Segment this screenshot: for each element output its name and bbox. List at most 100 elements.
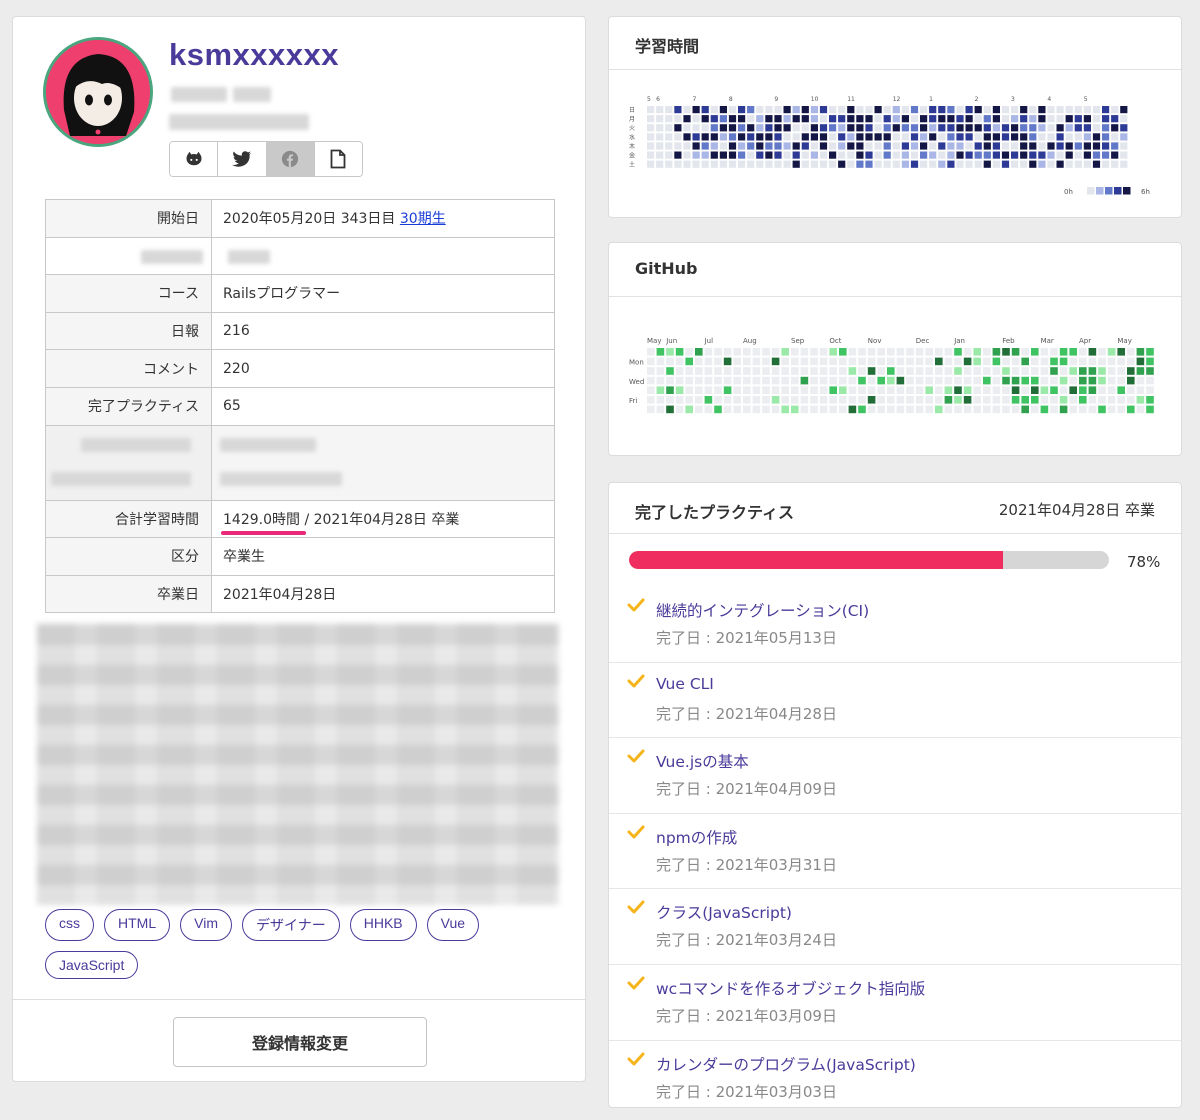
contribution-cell <box>992 396 1001 404</box>
contribution-cell <box>647 396 655 404</box>
contribution-cell <box>1079 386 1087 394</box>
generation-link[interactable]: 30期生 <box>400 211 446 227</box>
check-icon <box>627 674 645 688</box>
heatmap-cell <box>920 115 928 123</box>
heatmap-cell <box>738 160 746 168</box>
practice-title-link[interactable]: 継続的インテグレーション(CI) <box>656 599 869 621</box>
heatmap-cell <box>710 106 718 114</box>
tag-pill[interactable]: デザイナー <box>241 909 340 941</box>
contribution-cell <box>877 386 885 394</box>
contribution-cell <box>1050 405 1058 414</box>
tag-pill[interactable]: Vim <box>180 909 232 941</box>
contribution-cell <box>675 348 684 356</box>
practice-title-link[interactable]: npmの作成 <box>656 826 737 848</box>
month-label: 12 <box>893 96 901 103</box>
contribution-cell <box>1059 386 1068 394</box>
github-link[interactable] <box>170 142 219 176</box>
practice-title-link[interactable]: Vue.jsの基本 <box>656 750 749 772</box>
heatmap-cell <box>847 106 855 114</box>
heatmap-cell <box>992 151 1000 159</box>
practice-title-link[interactable]: Vue CLI <box>656 675 714 693</box>
heatmap-cell <box>747 124 755 132</box>
contribution-cell <box>666 386 674 394</box>
contribution-cell <box>762 405 770 414</box>
user-avatar[interactable] <box>43 37 153 147</box>
heatmap-cell <box>1029 151 1037 159</box>
heatmap-cell <box>1029 106 1037 114</box>
heatmap-cell <box>947 106 955 114</box>
tag-pill[interactable]: HTML <box>104 909 171 941</box>
heatmap-cell <box>738 151 746 159</box>
edit-profile-button[interactable]: 登録情報変更 <box>173 1017 427 1067</box>
heatmap-cell <box>756 142 764 150</box>
practice-title-link[interactable]: カレンダーのプログラム(JavaScript) <box>656 1053 916 1075</box>
heatmap-cell <box>647 142 655 150</box>
document-link[interactable] <box>314 142 362 176</box>
info-value: 216 <box>211 311 555 351</box>
heatmap-cell <box>965 106 973 114</box>
month-label: 8 <box>729 96 733 103</box>
contribution-cell <box>1002 357 1010 366</box>
heatmap-cell <box>1056 142 1064 150</box>
heatmap-cell <box>910 124 919 132</box>
contribution-cell <box>1021 386 1029 394</box>
heatmap-cell <box>1038 151 1046 159</box>
month-label: May <box>647 337 661 345</box>
practice-title-link[interactable]: wcコマンドを作るオブジェクト指向版 <box>656 977 925 999</box>
heatmap-cell <box>938 115 946 123</box>
heatmap-cell <box>1038 124 1046 132</box>
heatmap-cell <box>710 124 718 132</box>
start-date: 2020年05月20日 343日目 <box>223 211 400 228</box>
heatmap-cell <box>901 106 909 114</box>
contribution-cell <box>1002 405 1010 414</box>
contribution-cell <box>983 396 991 404</box>
tag-pill[interactable]: JavaScript <box>45 951 139 979</box>
contribution-cell <box>733 386 741 394</box>
heatmap-cell <box>883 115 891 123</box>
heatmap-cell <box>665 124 673 132</box>
month-label: May <box>1117 337 1131 345</box>
heatmap-cell <box>856 106 864 114</box>
heatmap-cell <box>956 106 964 114</box>
contribution-cell <box>1002 367 1010 375</box>
heatmap-cell <box>765 106 773 114</box>
heatmap-cell <box>728 106 737 114</box>
heatmap-cell <box>1056 106 1064 114</box>
contribution-cell <box>992 348 1001 356</box>
heatmap-cell <box>874 115 882 123</box>
heatmap-cell <box>719 115 727 123</box>
info-row-blurred-2 <box>45 424 555 501</box>
heatmap-cell <box>1120 124 1128 132</box>
contribution-cell <box>752 405 761 414</box>
contribution-cell <box>1088 396 1097 404</box>
contribution-cell <box>915 396 924 404</box>
contribution-cell <box>1127 367 1135 375</box>
heatmap-cell <box>838 133 846 141</box>
contribution-cell <box>992 357 1001 366</box>
contribution-cell <box>848 396 857 404</box>
contribution-cell <box>771 396 780 404</box>
heatmap-cell <box>656 160 664 168</box>
contribution-cell <box>656 386 665 394</box>
contribution-cell <box>896 348 905 356</box>
contribution-cell <box>1127 348 1135 356</box>
tag-pill[interactable]: Vue <box>426 909 480 941</box>
contribution-cell <box>1069 376 1077 385</box>
twitter-link[interactable] <box>218 142 267 176</box>
contribution-cell <box>935 367 943 375</box>
heatmap-cell <box>738 133 746 141</box>
heatmap-cell <box>865 115 873 123</box>
facebook-link[interactable] <box>266 142 315 176</box>
heatmap-cell <box>792 151 800 159</box>
heatmap-cell <box>756 160 764 168</box>
tag-pill[interactable]: css <box>45 909 94 941</box>
info-row-comments: コメント 220 <box>45 349 555 388</box>
heatmap-cell <box>1092 151 1101 159</box>
heatmap-cell <box>792 115 800 123</box>
practice-title-link[interactable]: クラス(JavaScript) <box>656 901 792 923</box>
tag-pill[interactable]: HHKB <box>349 909 417 941</box>
heatmap-cell <box>947 115 955 123</box>
heatmap-cell <box>819 133 828 141</box>
contribution-cell <box>848 348 857 356</box>
contribution-cell <box>877 348 885 356</box>
